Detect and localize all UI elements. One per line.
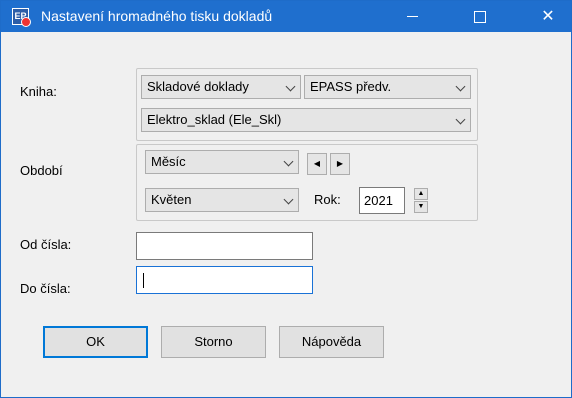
chevron-down-icon	[457, 83, 464, 90]
chevron-down-icon	[285, 196, 292, 203]
rok-label: Rok:	[314, 192, 341, 207]
month-value: Květen	[151, 192, 192, 207]
triangle-left-icon: ◀	[313, 159, 321, 168]
od-cisla-input[interactable]	[136, 232, 313, 260]
maximize-button[interactable]	[457, 1, 503, 32]
epass-select[interactable]: EPASS předv.	[304, 75, 471, 99]
doc-type-value: Skladové doklady	[147, 79, 249, 94]
kniha-label: Kniha:	[20, 84, 57, 99]
storno-button[interactable]: Storno	[161, 326, 266, 358]
sklad-select[interactable]: Elektro_sklad (Ele_Skl)	[141, 108, 471, 132]
napoveda-button[interactable]: Nápověda	[279, 326, 384, 358]
do-cisla-label: Do čísla:	[20, 281, 71, 296]
chevron-down-icon	[287, 83, 294, 90]
period-type-value: Měsíc	[151, 154, 186, 169]
kniha-panel: Skladové doklady EPASS předv. Elektro_sk…	[136, 68, 478, 141]
title-bar[interactable]: EP Nastavení hromadného tisku dokladů ✕	[1, 1, 571, 32]
ok-button[interactable]: OK	[43, 326, 148, 358]
dialog-window: EP Nastavení hromadného tisku dokladů ✕ …	[0, 0, 572, 398]
minimize-icon	[406, 16, 418, 18]
year-down-button[interactable]: ▼	[414, 201, 428, 213]
window-title: Nastavení hromadného tisku dokladů	[41, 8, 273, 24]
year-input[interactable]: 2021	[359, 187, 405, 214]
epass-value: EPASS předv.	[310, 79, 392, 94]
triangle-right-icon: ▶	[336, 159, 344, 168]
sklad-value: Elektro_sklad (Ele_Skl)	[147, 112, 282, 127]
maximize-icon	[474, 10, 486, 23]
prev-period-button[interactable]: ◀	[307, 153, 327, 175]
year-up-button[interactable]: ▲	[414, 188, 428, 200]
od-cisla-label: Od čísla:	[20, 237, 72, 252]
do-cisla-input[interactable]	[136, 266, 313, 294]
obdobi-label: Období	[20, 163, 63, 178]
spin-down-icon: ▼	[417, 203, 425, 210]
month-select[interactable]: Květen	[145, 188, 299, 212]
chevron-down-icon	[285, 158, 292, 165]
close-button[interactable]: ✕	[525, 1, 571, 32]
close-icon: ✕	[541, 8, 555, 25]
minimize-button[interactable]	[389, 1, 435, 32]
app-icon: EP	[12, 8, 31, 27]
next-period-button[interactable]: ▶	[330, 153, 350, 175]
text-caret	[143, 273, 144, 288]
period-type-select[interactable]: Měsíc	[145, 150, 299, 174]
app-icon-badge	[21, 17, 31, 27]
chevron-down-icon	[457, 116, 464, 123]
spin-up-icon: ▲	[417, 190, 425, 197]
doc-type-select[interactable]: Skladové doklady	[141, 75, 301, 99]
